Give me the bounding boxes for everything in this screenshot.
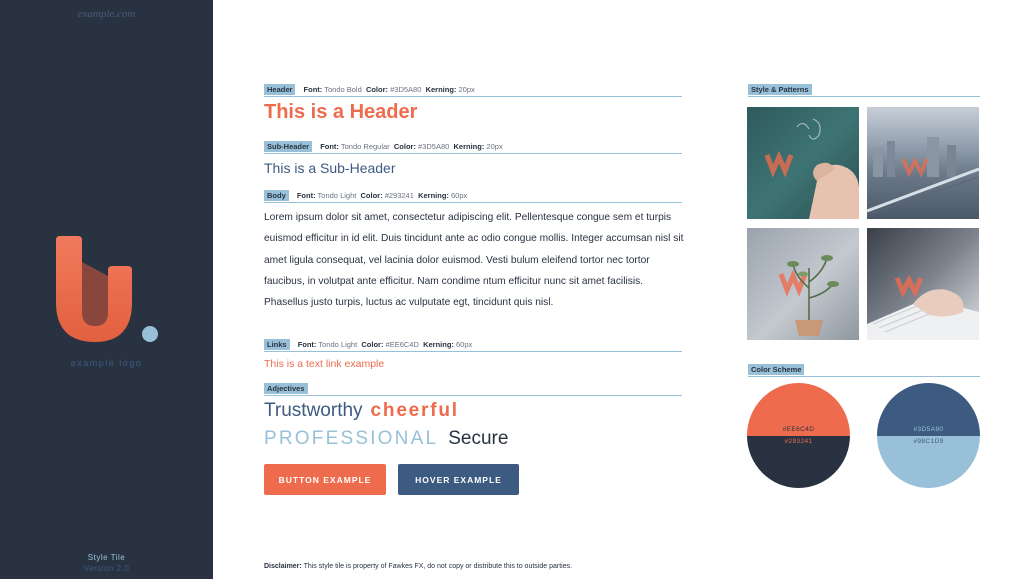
disclaimer-label: Disclaimer: — [264, 563, 302, 570]
body-tag: Body — [264, 190, 289, 201]
adjective-secure: Secure — [448, 428, 509, 449]
adjective-professional: PROFESSIONAL — [264, 428, 439, 449]
hover-example-button[interactable]: HOVER EXAMPLE — [398, 464, 519, 495]
font-value: Tondo Regular — [340, 142, 390, 151]
city-bridge-aerial-photo — [867, 107, 979, 219]
swatch-half-orange: #EE6C4D — [747, 383, 850, 436]
adjectives-spec-row: Adjectives — [264, 383, 682, 396]
keyboard-typing-photo — [867, 228, 979, 340]
font-label: Font: — [303, 85, 323, 94]
keyboard-image-art — [867, 274, 979, 340]
subheader-spec-row: Sub-Header Font: Tondo Regular Color: #3… — [264, 141, 682, 154]
adjective-cheerful: cheerful — [370, 400, 459, 421]
color-label: Color: — [365, 85, 389, 94]
adjective-trustworthy: Trustworthy — [264, 400, 363, 421]
font-label: Font: — [297, 340, 317, 349]
kerning-value: 20px — [486, 142, 503, 151]
color-scheme-spec-row: Color Scheme — [748, 364, 980, 377]
body-spec-row: Body Font: Tondo Light Color: #293241 Ke… — [264, 190, 682, 203]
kerning-value: 60px — [456, 340, 473, 349]
tile-title: Style Tile — [87, 553, 126, 562]
links-spec-row: Links Font: Tondo Light Color: #EE6C4D K… — [264, 339, 682, 352]
potted-plant-photo — [747, 228, 859, 340]
swatch-half-blue: #3D5A80 — [877, 383, 980, 436]
adjectives-tag: Adjectives — [264, 383, 308, 394]
brand-logo — [56, 236, 158, 342]
kerning-label: Kerning: — [453, 142, 485, 151]
color-swatch-primary: #EE6C4D #293241 — [747, 383, 850, 488]
style-patterns-tag: Style & Patterns — [748, 84, 812, 95]
color-value: #EE6C4D — [385, 340, 419, 349]
color-label: Color: — [393, 142, 416, 151]
kerning-value: 60px — [451, 191, 468, 200]
color-swatch-secondary: #3D5A80 #98C1D9 — [877, 383, 980, 488]
kerning-value: 20px — [458, 85, 475, 94]
swatch-half-navy: #293241 — [747, 435, 850, 488]
color-scheme-tag: Color Scheme — [748, 364, 805, 375]
chalkboard-image-art — [764, 118, 859, 219]
kerning-label: Kerning: — [418, 191, 449, 200]
city-image-art — [867, 137, 979, 216]
adjectives-line-2: PROFESSIONAL Secure — [264, 428, 508, 450]
font-label: Font: — [296, 191, 316, 200]
header-spec-row: Header Font: Tondo Bold Color: #3D5A80 K… — [264, 84, 682, 97]
button-example[interactable]: BUTTON EXAMPLE — [264, 464, 386, 495]
subheader-sample: This is a Sub-Header — [264, 160, 396, 176]
color-value: #293241 — [384, 191, 414, 200]
font-value: Tondo Bold — [324, 85, 362, 94]
header-sample: This is a Header — [264, 101, 418, 123]
style-patterns-spec-row: Style & Patterns — [748, 84, 980, 97]
body-sample-text: Lorem ipsum dolor sit amet, consectetur … — [264, 212, 684, 309]
color-label: Color: — [360, 191, 383, 200]
swatch-hex-navy: #293241 — [784, 437, 813, 445]
plant-image-art — [778, 255, 839, 336]
color-value: #3D5A80 — [418, 142, 450, 151]
swatch-half-light-blue: #98C1D9 — [877, 435, 980, 488]
kerning-label: Kerning: — [423, 340, 454, 349]
swatch-hex-orange: #EE6C4D — [782, 425, 815, 433]
links-tag: Links — [264, 339, 290, 350]
color-value: #3D5A80 — [390, 85, 422, 94]
site-url[interactable]: example.com — [0, 8, 213, 20]
color-label: Color: — [361, 340, 384, 349]
subheader-tag: Sub-Header — [264, 141, 313, 152]
text-link-example[interactable]: This is a text link example — [264, 358, 384, 370]
font-value: Tondo Light — [317, 191, 357, 200]
adjectives-line-1: Trustworthy cheerful — [264, 400, 459, 422]
kerning-label: Kerning: — [425, 85, 457, 94]
logo-caption: example logo — [70, 358, 143, 368]
swatch-hex-blue: #3D5A80 — [913, 425, 944, 433]
swatch-hex-light-blue: #98C1D9 — [913, 437, 944, 445]
font-label: Font: — [320, 142, 339, 151]
header-tag: Header — [264, 84, 296, 95]
tile-version: Version 2.0 — [83, 564, 130, 573]
chalkboard-writing-photo — [747, 107, 859, 219]
font-value: Tondo Light — [318, 340, 358, 349]
sidebar: example.com example logo Style Tile Vers… — [0, 0, 213, 579]
disclaimer-text: This style tile is property of Fawkes FX… — [303, 563, 573, 570]
disclaimer: Disclaimer: This style tile is property … — [264, 563, 572, 570]
